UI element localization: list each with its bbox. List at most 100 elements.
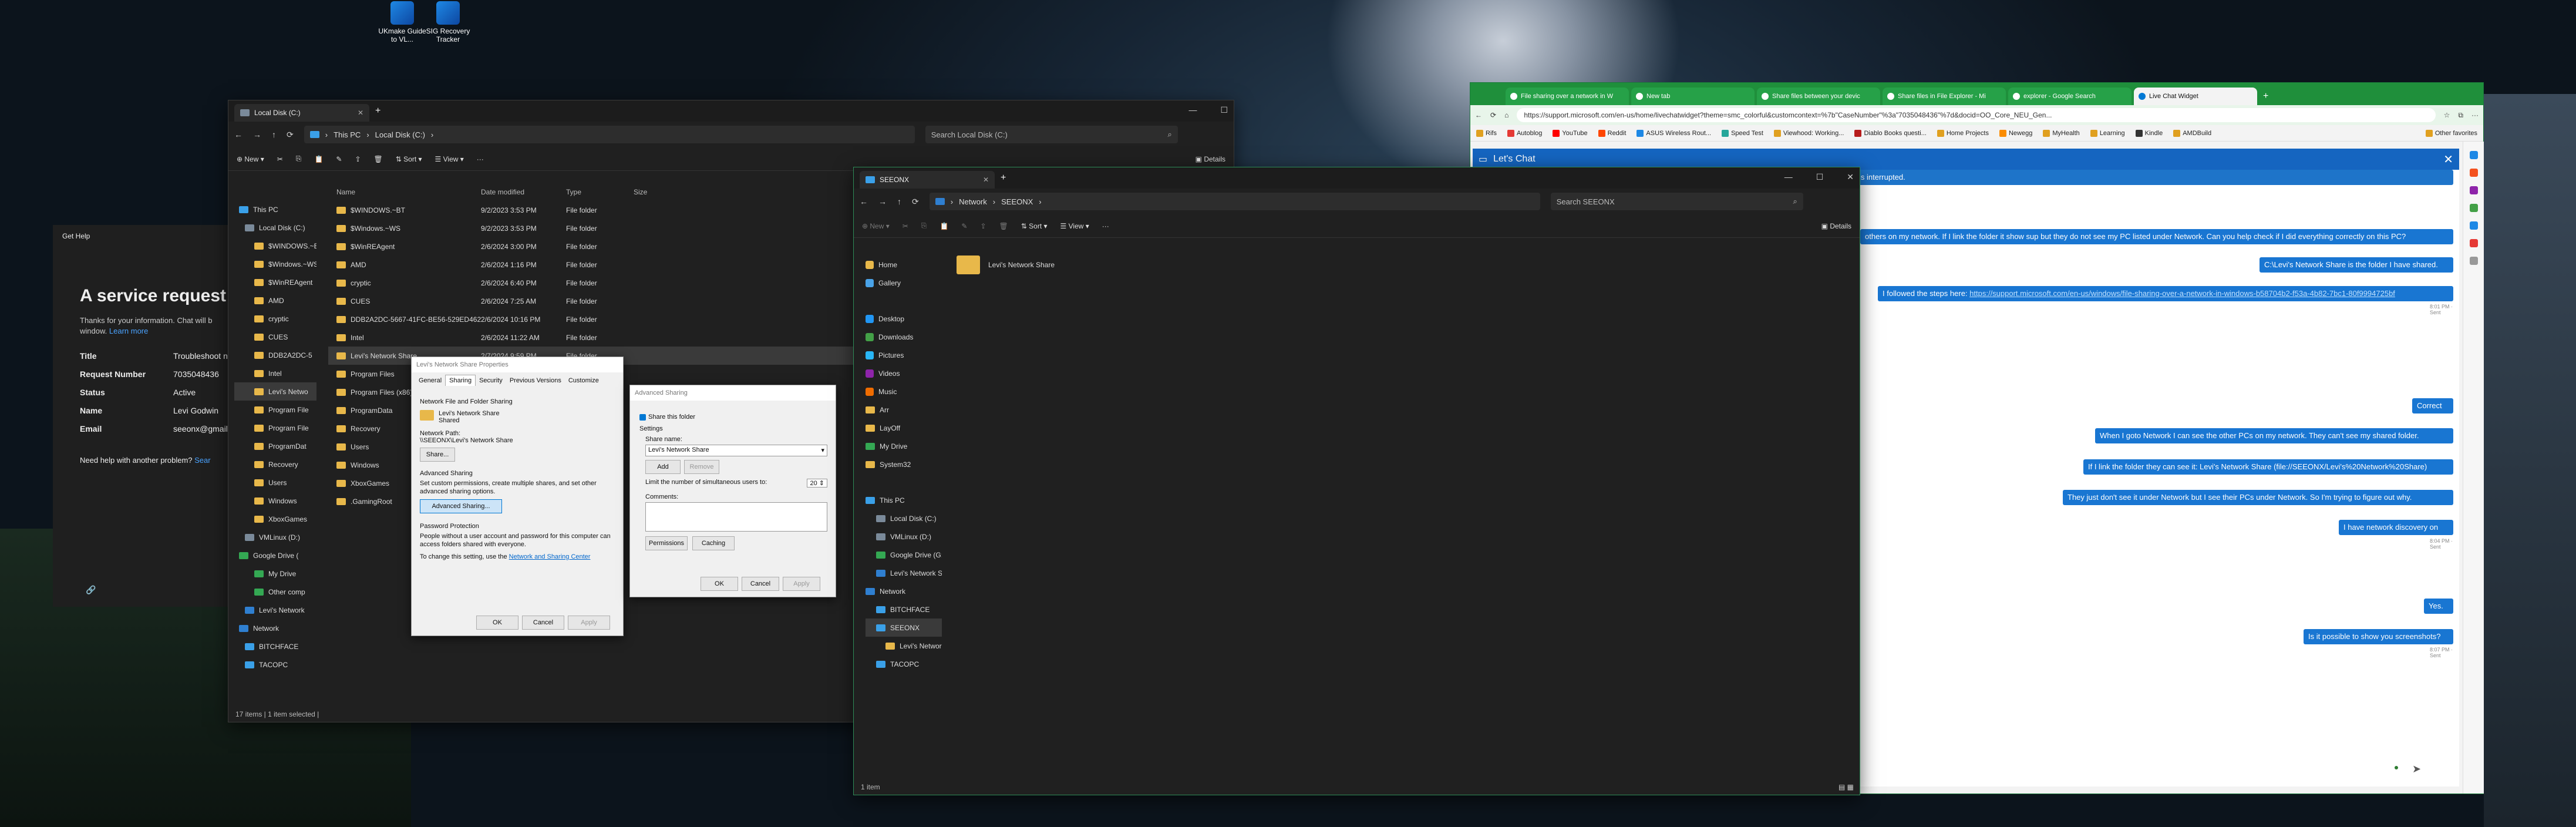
sidebar-item-tacopc[interactable]: TACOPC bbox=[866, 655, 942, 673]
sidebar-item-folder[interactable]: $WinREAgent bbox=[234, 273, 316, 291]
sidebar-item-google-drive[interactable]: Google Drive ( bbox=[234, 546, 316, 564]
search-input[interactable]: Search Local Disk (C:) ⌕ bbox=[925, 126, 1178, 143]
details-button[interactable]: ▣ Details bbox=[1821, 222, 1851, 230]
advanced-sharing-button[interactable]: Advanced Sharing... bbox=[420, 499, 502, 513]
copy-icon[interactable]: ⎘ bbox=[296, 154, 302, 163]
home-icon[interactable]: ⌂ bbox=[1504, 111, 1508, 119]
details-button[interactable]: ▣ Details bbox=[1196, 155, 1225, 163]
breadcrumb-network[interactable]: Network bbox=[959, 197, 987, 206]
tab-seeonx[interactable]: SEEONX ✕ bbox=[860, 171, 995, 189]
share-icon[interactable]: ⇪ bbox=[980, 222, 986, 230]
fav-item[interactable]: Home Projects bbox=[1937, 129, 1989, 137]
sidebar-item-folder[interactable]: XboxGames bbox=[234, 510, 316, 528]
cancel-button[interactable]: Cancel bbox=[742, 577, 779, 591]
sort-button[interactable]: ⇅ Sort ▾ bbox=[396, 155, 422, 163]
fav-item[interactable]: Autoblog bbox=[1507, 129, 1542, 137]
rename-icon[interactable]: ✎ bbox=[336, 155, 342, 163]
fav-item[interactable]: Rifs bbox=[1476, 129, 1497, 137]
sidebar-item-folder[interactable]: CUES bbox=[234, 328, 316, 346]
view-button[interactable]: ☰ View ▾ bbox=[1060, 222, 1089, 230]
minimize-icon[interactable]: — bbox=[1188, 105, 1197, 115]
games-icon[interactable] bbox=[2469, 204, 2478, 212]
sidebar-item-bitchface[interactable]: BITCHFACE bbox=[234, 637, 316, 655]
search-input[interactable]: Search SEEONX ⌕ bbox=[1550, 193, 1803, 210]
sidebar-item-arr[interactable]: Arr bbox=[866, 401, 942, 419]
fav-item[interactable]: Kindle bbox=[2135, 129, 2163, 137]
sidebar-item-local-disk[interactable]: Local Disk (C:) bbox=[866, 509, 942, 527]
forward-icon[interactable]: → bbox=[878, 197, 887, 206]
refresh-icon[interactable]: ⟳ bbox=[912, 197, 919, 207]
browser-tab[interactable]: Share files in File Explorer - Mi bbox=[1883, 88, 2006, 105]
search-link[interactable]: Sear bbox=[194, 456, 210, 465]
browser-tab[interactable]: File sharing over a network in W bbox=[1506, 88, 1629, 105]
sidebar-item-network[interactable]: Network bbox=[234, 619, 316, 637]
sidebar-item-system32[interactable]: System32 bbox=[866, 455, 942, 473]
close-tab-icon[interactable]: ✕ bbox=[358, 109, 363, 117]
breadcrumb-local-disk[interactable]: Local Disk (C:) bbox=[375, 130, 425, 139]
share-name-select[interactable]: Levi's Network Share ▾ bbox=[645, 445, 827, 456]
tab-previous-versions[interactable]: Previous Versions bbox=[506, 375, 565, 386]
sidebar-item-layoff[interactable]: LayOff bbox=[866, 419, 942, 437]
sidebar-item-this-pc[interactable]: This PC bbox=[866, 491, 942, 509]
view-button[interactable]: ☰ View ▾ bbox=[435, 155, 464, 163]
sidebar-item-folder[interactable]: Intel bbox=[234, 364, 316, 382]
cut-icon[interactable]: ✂ bbox=[277, 155, 283, 163]
breadcrumb-this-pc[interactable]: This PC bbox=[334, 130, 361, 139]
apply-button[interactable]: Apply bbox=[568, 616, 610, 630]
extensions-icon[interactable]: ⧉ bbox=[2458, 111, 2463, 120]
sidebar-item-levis-share[interactable]: Levi's Network Share bbox=[866, 564, 942, 582]
forward-icon[interactable]: → bbox=[253, 130, 261, 139]
tab-local-disk[interactable]: Local Disk (C:) ✕ bbox=[234, 104, 369, 122]
ok-button[interactable]: OK bbox=[701, 577, 738, 591]
outlook-icon[interactable] bbox=[2469, 239, 2478, 247]
apply-button[interactable]: Apply bbox=[783, 577, 820, 591]
desktop-icon-recovery-tracker[interactable]: SIG Recovery Tracker bbox=[422, 1, 474, 43]
view-toggle-icons[interactable]: ▤ ▦ bbox=[1838, 783, 1854, 791]
tab-security[interactable]: Security bbox=[476, 375, 506, 386]
column-name[interactable]: Name bbox=[328, 188, 481, 196]
share-item[interactable]: Levi's Network Share bbox=[957, 256, 1055, 274]
fav-item[interactable]: MyHealth bbox=[2043, 129, 2080, 137]
fav-item[interactable]: Reddit bbox=[1598, 129, 1626, 137]
support-article-link[interactable]: https://support.microsoft.com/en-us/wind… bbox=[1969, 289, 2395, 298]
tab-general[interactable]: General bbox=[415, 375, 445, 386]
sidebar-item-folder[interactable]: cryptic bbox=[234, 310, 316, 328]
link-icon[interactable]: 🔗 bbox=[86, 585, 96, 595]
column-type[interactable]: Type bbox=[566, 188, 634, 196]
sidebar-item-folder[interactable]: Users bbox=[234, 473, 316, 492]
favorite-icon[interactable]: ☆ bbox=[2444, 111, 2450, 119]
sidebar-item-other-comp[interactable]: Other comp bbox=[234, 583, 316, 601]
sidebar-item-seeonx[interactable]: SEEONX bbox=[866, 618, 942, 637]
paste-icon[interactable]: 📋 bbox=[314, 155, 323, 163]
sidebar-item-levis-network-2[interactable]: Levi's Network bbox=[234, 601, 316, 619]
maximize-icon[interactable]: ☐ bbox=[1220, 105, 1228, 115]
search-icon[interactable] bbox=[2469, 151, 2478, 159]
comments-field[interactable] bbox=[645, 502, 827, 532]
network-sharing-center-link[interactable]: Network and Sharing Center bbox=[509, 553, 591, 560]
fav-item[interactable]: AMDBuild bbox=[2173, 129, 2211, 137]
delete-icon[interactable]: 🗑 bbox=[374, 155, 383, 163]
fav-item[interactable]: Diablo Books questi... bbox=[1854, 129, 1927, 137]
refresh-icon[interactable]: ⟳ bbox=[1490, 111, 1496, 119]
sidebar-item-levis-share-2[interactable]: Levi's Network S bbox=[866, 637, 942, 655]
sidebar-item-local-disk[interactable]: Local Disk (C:) bbox=[234, 218, 316, 237]
rename-icon[interactable]: ✎ bbox=[961, 222, 967, 230]
sidebar-item-folder[interactable]: $Windows.~WS bbox=[234, 255, 316, 273]
sidebar-item-gallery[interactable]: Gallery bbox=[866, 274, 942, 292]
copy-icon[interactable]: ⎘ bbox=[921, 221, 927, 230]
fav-item[interactable]: Learning bbox=[2090, 129, 2125, 137]
menu-icon[interactable]: ··· bbox=[2471, 111, 2479, 119]
close-chat-icon[interactable]: ✕ bbox=[2443, 152, 2453, 167]
browser-tab[interactable]: New tab bbox=[1631, 88, 1755, 105]
sidebar-item-folder[interactable]: Recovery bbox=[234, 455, 316, 473]
delete-icon[interactable]: 🗑 bbox=[999, 222, 1008, 230]
refresh-icon[interactable]: ⟳ bbox=[287, 130, 294, 140]
sidebar-item-home[interactable]: Home bbox=[866, 256, 942, 274]
fav-item[interactable]: Speed Test bbox=[1722, 129, 1763, 137]
back-icon[interactable]: ← bbox=[234, 130, 243, 139]
tab-sharing[interactable]: Sharing bbox=[445, 375, 476, 386]
sidebar-item-folder[interactable]: DDB2A2DC-5 bbox=[234, 346, 316, 364]
sidebar-item-my-drive[interactable]: My Drive bbox=[234, 564, 316, 583]
paste-icon[interactable]: 📋 bbox=[940, 222, 948, 230]
sidebar-item-this-pc[interactable]: This PC bbox=[234, 200, 316, 218]
